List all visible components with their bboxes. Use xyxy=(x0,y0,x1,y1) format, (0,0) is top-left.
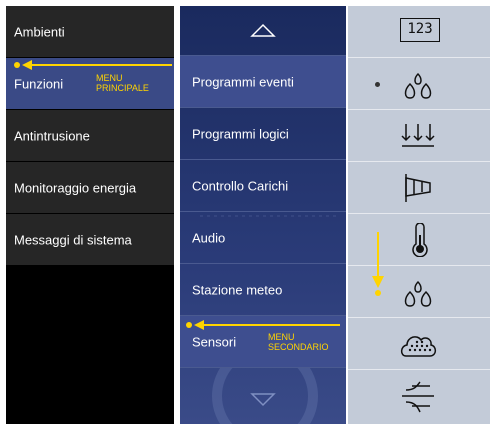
icon-row[interactable] xyxy=(348,58,490,110)
secondary-menu-item-label: Sensori xyxy=(192,334,237,349)
icon-row[interactable] xyxy=(348,110,490,162)
annotation-arrow-down xyxy=(372,232,384,288)
secondary-menu-item-stazione-meteo[interactable]: Stazione meteo xyxy=(180,264,346,316)
secondary-menu-item-programmi-eventi[interactable]: Programmi eventi xyxy=(180,56,346,108)
main-menu-item-ambienti[interactable]: Ambienti xyxy=(6,6,174,58)
cloud-hail-icon xyxy=(400,336,437,357)
annotation-label-line: SECONDARIO xyxy=(268,342,329,352)
main-menu-item-label: Messaggi di sistema xyxy=(14,232,132,247)
secondary-menu-item-programmi-logici[interactable]: Programmi logici xyxy=(180,108,346,160)
thermometer-icon xyxy=(412,223,428,257)
indicator-dot xyxy=(375,82,380,87)
main-menu-item-label: Monitoraggio energia xyxy=(14,180,137,195)
main-menu-item-messaggi-di-sistema[interactable]: Messaggi di sistema xyxy=(6,214,174,266)
icon-row[interactable] xyxy=(348,318,490,370)
numeric-123-icon: 123 xyxy=(400,18,440,42)
secondary-menu-item-label: Programmi eventi xyxy=(192,74,294,89)
annotation-label-menu-principale: MENU PRINCIPALE xyxy=(96,73,149,93)
annotation-arrow xyxy=(194,320,340,330)
main-menu-item-monitoraggio-energia[interactable]: Monitoraggio energia xyxy=(6,162,174,214)
app-frame: Ambienti Funzioni Antintrusione Monitora… xyxy=(0,0,490,424)
windsock-icon xyxy=(405,174,431,202)
annotation-label-line: PRINCIPALE xyxy=(96,83,149,93)
secondary-menu-item-label: Controllo Carichi xyxy=(192,178,289,193)
secondary-menu-item-controllo-carichi[interactable]: Controllo Carichi xyxy=(180,160,346,212)
icon-row[interactable] xyxy=(348,162,490,214)
chevron-up-icon xyxy=(250,23,276,37)
scroll-up-button[interactable] xyxy=(180,6,346,56)
main-menu-item-label: Funzioni xyxy=(14,76,64,91)
icon-row[interactable] xyxy=(348,370,490,422)
secondary-menu-item-label: Stazione meteo xyxy=(192,282,283,297)
main-menu-item-label: Antintrusione xyxy=(14,128,90,143)
scroll-down-button[interactable] xyxy=(180,368,346,420)
secondary-menu: Programmi eventi Programmi logici Contro… xyxy=(180,6,346,424)
wind-icon xyxy=(402,381,434,413)
chevron-down-icon xyxy=(250,393,276,407)
secondary-menu-item-label: Audio xyxy=(192,230,226,245)
annotation-dot xyxy=(375,290,381,296)
annotation-label-line: MENU xyxy=(268,332,295,342)
annotation-arrow xyxy=(22,60,172,70)
water-drops-icon xyxy=(404,280,432,307)
secondary-menu-item-label: Programmi logici xyxy=(192,126,289,141)
rain-icon xyxy=(401,124,435,147)
main-menu-item-antintrusione[interactable]: Antintrusione xyxy=(6,110,174,162)
annotation-label-line: MENU xyxy=(96,73,123,83)
main-menu-item-label: Ambienti xyxy=(14,24,65,39)
secondary-menu-item-audio[interactable]: Audio xyxy=(180,212,346,264)
water-drops-icon xyxy=(404,72,432,99)
icon-row[interactable]: 123 xyxy=(348,6,490,58)
icon-column: 123 xyxy=(348,6,490,424)
annotation-label-menu-secondario: MENU SECONDARIO xyxy=(268,332,329,352)
